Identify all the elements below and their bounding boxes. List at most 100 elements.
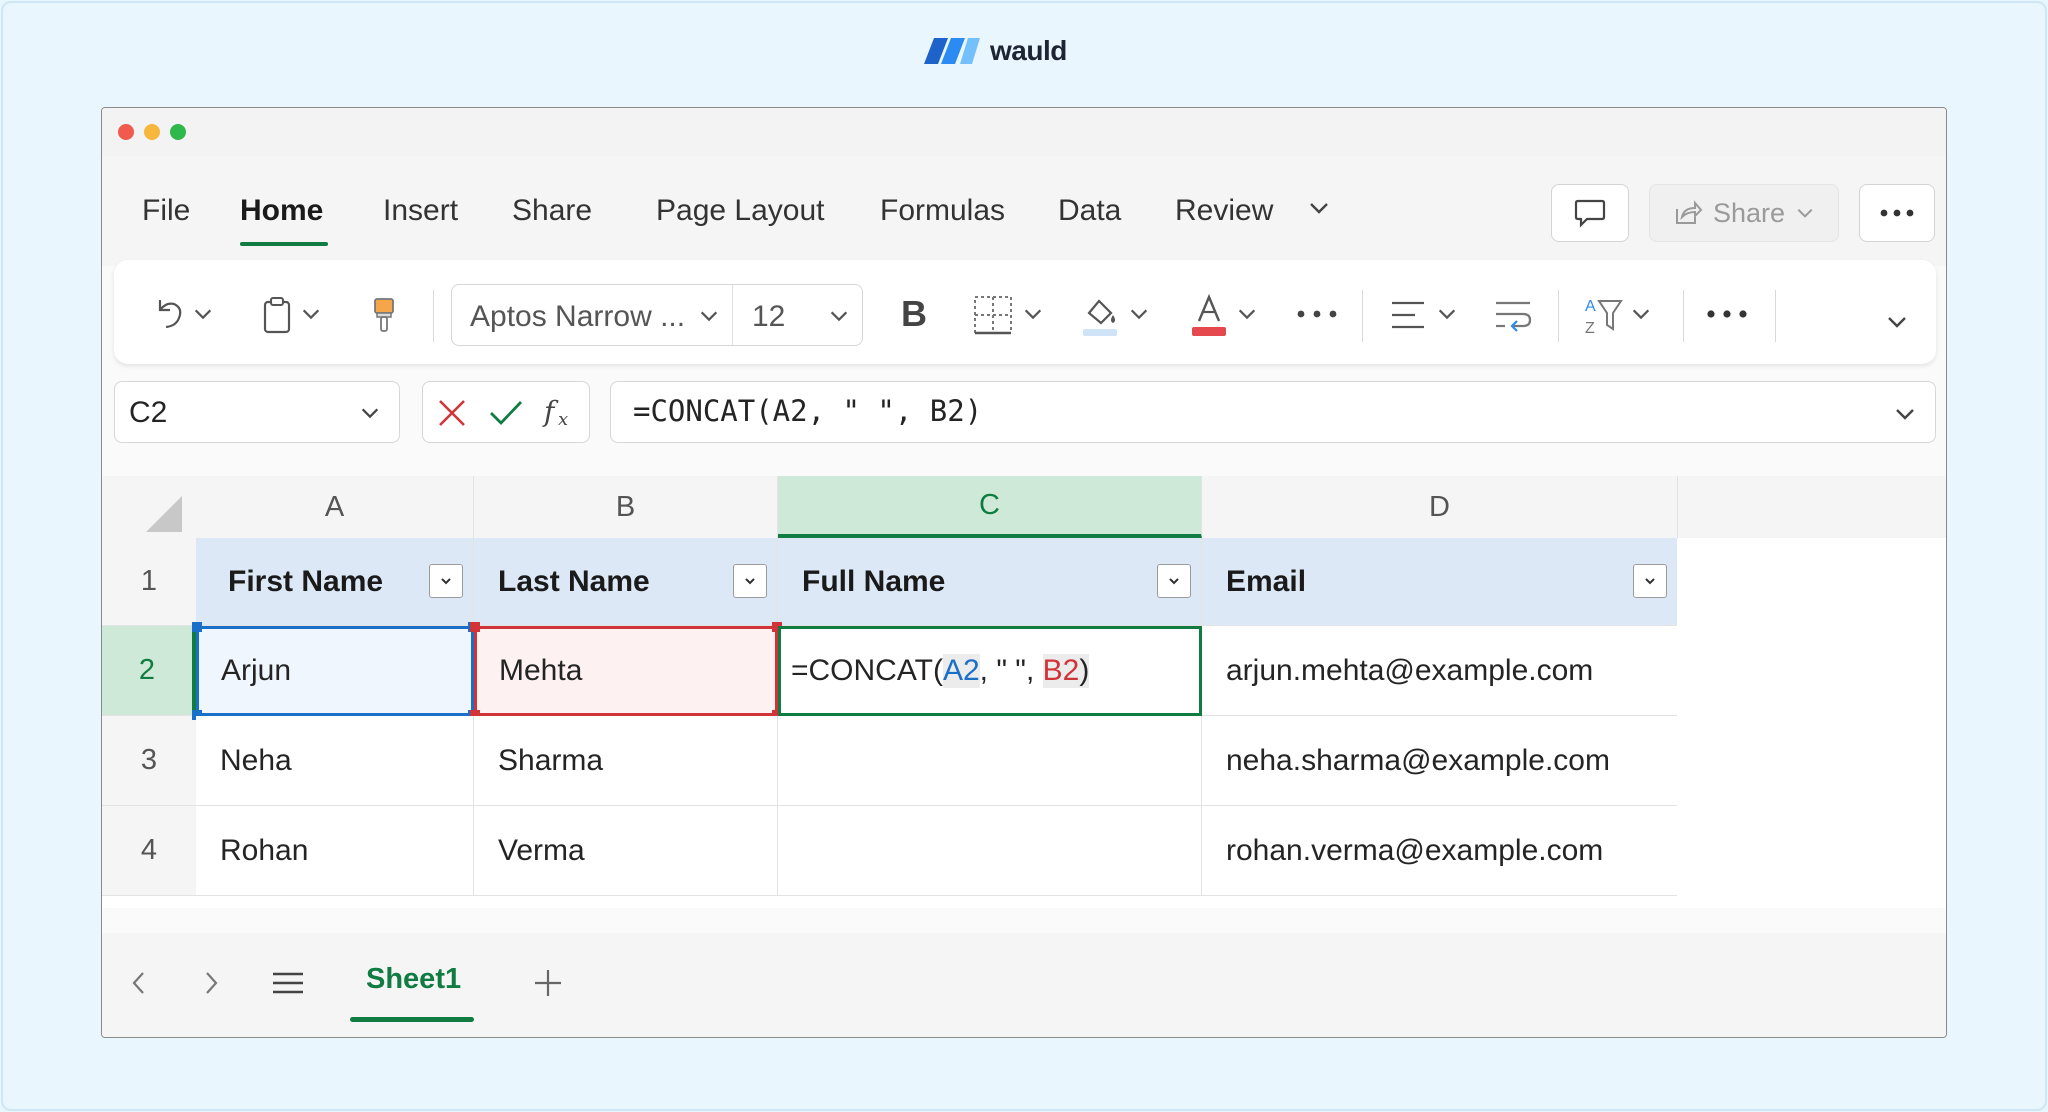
filter-dropdown-button[interactable]: [429, 564, 463, 598]
align-chevron-icon[interactable]: [1434, 298, 1460, 330]
share-label: Share: [1712, 197, 1786, 228]
expand-ribbon-chevron-icon[interactable]: [1884, 306, 1910, 338]
range-handle[interactable]: [192, 622, 202, 632]
fill-color-chevron-icon[interactable]: [1126, 298, 1152, 330]
more-tabs-chevron-icon[interactable]: [1307, 196, 1331, 225]
sheet-tab-sheet1[interactable]: Sheet1: [366, 963, 461, 996]
font-box-divider: [732, 285, 733, 345]
tab-page-layout[interactable]: Page Layout: [656, 194, 824, 228]
row-header-4[interactable]: 4: [102, 806, 196, 896]
formula-ref-b2: B2: [1042, 654, 1080, 688]
clipboard-icon: [263, 297, 291, 334]
borders-chevron-icon[interactable]: [1020, 298, 1046, 330]
maximize-window-button[interactable]: [170, 124, 186, 140]
tab-home[interactable]: Home: [240, 194, 323, 228]
active-cell-c2[interactable]: =CONCAT(A2, " ", B2): [778, 626, 1202, 716]
column-header-a[interactable]: A: [196, 476, 474, 538]
cancel-formula-button[interactable]: [435, 396, 469, 430]
tab-share[interactable]: Share: [512, 194, 592, 228]
table-cell[interactable]: Verma: [474, 806, 778, 896]
row-header-2[interactable]: 2: [102, 626, 196, 716]
next-sheet-button[interactable]: [196, 963, 226, 1003]
chevron-left-icon: [132, 972, 144, 994]
undo-button[interactable]: [152, 294, 186, 334]
table-cell[interactable]: Mehta: [474, 626, 778, 716]
font-color-button[interactable]: [1189, 292, 1229, 338]
align-button[interactable]: [1388, 296, 1428, 334]
font-size-chevron-icon[interactable]: [828, 305, 850, 327]
tab-file[interactable]: File: [142, 194, 190, 228]
tab-insert[interactable]: Insert: [383, 194, 458, 228]
sort-filter-chevron-icon[interactable]: [1628, 298, 1654, 330]
formula-suffix: ): [1079, 654, 1090, 688]
formula-input[interactable]: =CONCAT(A2, " ", B2): [610, 381, 1936, 443]
column-header-c[interactable]: C: [778, 476, 1202, 538]
share-chevron-icon: [1797, 208, 1813, 218]
tab-review[interactable]: Review: [1175, 194, 1273, 228]
filter-dropdown-button[interactable]: [1157, 564, 1191, 598]
font-picker[interactable]: Aptos Narrow ... 12: [451, 284, 863, 346]
empty-grid-area[interactable]: [1677, 538, 1946, 908]
borders-button[interactable]: [972, 294, 1014, 336]
table-cell[interactable]: arjun.mehta@example.com: [1202, 626, 1678, 716]
table-cell[interactable]: neha.sharma@example.com: [1202, 716, 1678, 806]
table-header-cell[interactable]: Full Name: [778, 538, 1202, 626]
filter-dropdown-button[interactable]: [733, 564, 767, 598]
undo-icon: [158, 300, 182, 329]
name-box-chevron-icon[interactable]: [359, 402, 381, 424]
table-cell[interactable]: [778, 716, 1202, 806]
tab-data[interactable]: Data: [1058, 194, 1121, 228]
select-all-button[interactable]: [146, 496, 182, 537]
table-header-cell[interactable]: Email: [1202, 538, 1678, 626]
undo-chevron-icon[interactable]: [190, 298, 216, 330]
insert-function-button[interactable]: f x: [541, 392, 577, 434]
svg-text:A: A: [1585, 298, 1596, 315]
add-sheet-button[interactable]: [530, 963, 566, 1003]
column-header-d[interactable]: D: [1202, 476, 1678, 538]
table-cell[interactable]: Sharma: [474, 716, 778, 806]
more-commands-button[interactable]: [1704, 294, 1750, 334]
expand-formula-chevron-icon[interactable]: [1893, 402, 1917, 426]
row-header-3[interactable]: 3: [102, 716, 196, 806]
range-handle[interactable]: [470, 622, 480, 632]
table-cell[interactable]: rohan.verma@example.com: [1202, 806, 1678, 896]
fx-icon: f x: [542, 395, 568, 430]
cancel-x-icon: [439, 400, 465, 426]
table-cell[interactable]: Arjun: [196, 626, 474, 716]
comments-button[interactable]: [1551, 184, 1629, 242]
title-bar: [102, 108, 1946, 156]
table-cell[interactable]: [778, 806, 1202, 896]
row-header-1[interactable]: 1: [102, 538, 196, 626]
tab-formulas[interactable]: Formulas: [880, 194, 1005, 228]
more-font-options-button[interactable]: [1294, 294, 1340, 334]
name-box[interactable]: C2: [114, 381, 400, 443]
previous-sheet-button[interactable]: [124, 963, 154, 1003]
menu-icon: [273, 972, 303, 994]
table-cell[interactable]: Rohan: [196, 806, 474, 896]
table-header-cell[interactable]: First Name: [196, 538, 474, 626]
sort-filter-button[interactable]: A Z: [1582, 292, 1624, 338]
more-options-button[interactable]: [1859, 184, 1935, 242]
minimize-window-button[interactable]: [144, 124, 160, 140]
header-label: Email: [1226, 564, 1307, 598]
confirm-formula-button[interactable]: [487, 396, 525, 430]
ribbon-separator: [1362, 290, 1363, 342]
fill-color-button[interactable]: [1080, 292, 1120, 338]
font-color-chevron-icon[interactable]: [1234, 298, 1260, 330]
paste-button[interactable]: [260, 294, 294, 336]
table-cell[interactable]: Neha: [196, 716, 474, 806]
bold-button[interactable]: B: [894, 290, 934, 338]
share-button[interactable]: Share: [1649, 184, 1839, 242]
paste-chevron-icon[interactable]: [298, 298, 324, 330]
format-painter-button[interactable]: [369, 294, 399, 336]
font-size-value[interactable]: 12: [752, 300, 785, 334]
align-left-icon: [1392, 301, 1424, 329]
wrap-text-button[interactable]: [1492, 296, 1534, 334]
filter-chevron-icon: [1169, 578, 1179, 585]
font-chevron-icon[interactable]: [698, 305, 720, 327]
filter-dropdown-button[interactable]: [1633, 564, 1667, 598]
all-sheets-button[interactable]: [270, 963, 306, 1003]
close-window-button[interactable]: [118, 124, 134, 140]
table-header-cell[interactable]: Last Name: [474, 538, 778, 626]
column-header-b[interactable]: B: [474, 476, 778, 538]
